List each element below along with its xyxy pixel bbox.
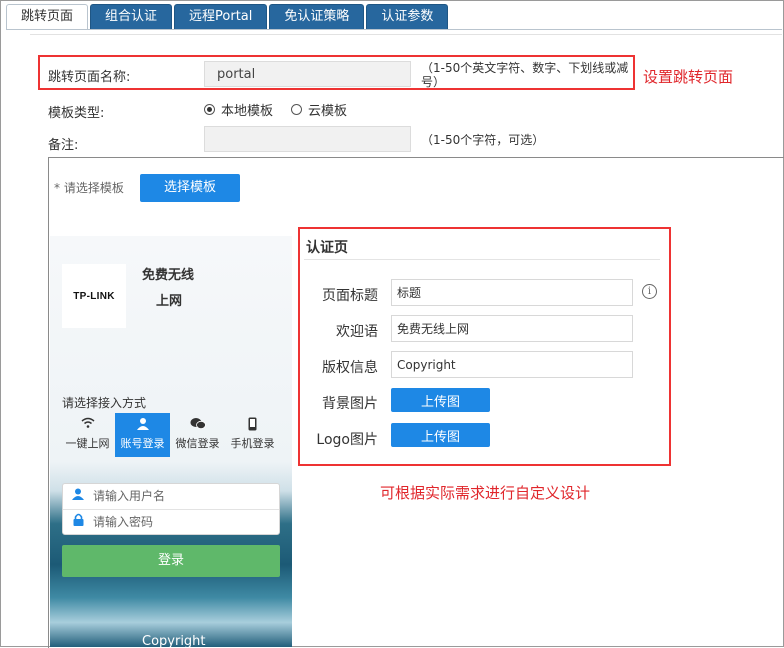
page-name-hint: （1-50个英文字符、数字、下划线或减 号） bbox=[421, 61, 633, 89]
radio-cloud-label: 云模板 bbox=[308, 104, 348, 119]
password-input[interactable]: 请输入密码 bbox=[63, 509, 279, 535]
preview-title-line2: 上网 bbox=[156, 294, 183, 309]
auth-page-divider bbox=[304, 259, 660, 260]
page-name-input[interactable]: portal bbox=[204, 61, 411, 87]
copyright-input[interactable]: Copyright bbox=[391, 351, 633, 378]
tplink-logo: TP-LINK bbox=[73, 290, 115, 302]
phone-icon bbox=[225, 417, 280, 435]
username-placeholder: 请输入用户名 bbox=[93, 489, 166, 503]
welcome-input[interactable]: 免费无线上网 bbox=[391, 315, 633, 342]
tab-bar: 跳转页面 组合认证 远程Portal 免认证策略 认证参数 bbox=[6, 4, 450, 30]
note-label: 备注: bbox=[48, 138, 79, 153]
login-method-tabs: 一键上网 账号登录 微信登录 手机登录 bbox=[60, 413, 280, 457]
method-one-click-label: 一键上网 bbox=[65, 437, 110, 450]
method-prompt: 请选择接入方式 bbox=[62, 396, 147, 410]
welcome-field-label: 欢迎语 bbox=[336, 324, 378, 340]
preview-copyright: Copyright bbox=[142, 634, 206, 647]
login-form: 请输入用户名 请输入密码 bbox=[62, 483, 280, 535]
user-icon bbox=[115, 417, 170, 435]
user-icon bbox=[63, 484, 93, 509]
note-input[interactable] bbox=[204, 126, 411, 152]
method-wechat[interactable]: 微信登录 bbox=[170, 413, 225, 457]
panel-divider bbox=[30, 34, 782, 35]
tab-auth-exempt-policy[interactable]: 免认证策略 bbox=[269, 4, 365, 29]
copyright-field-label: 版权信息 bbox=[322, 360, 378, 376]
radio-cloud-template[interactable]: 云模板 bbox=[291, 100, 347, 119]
select-template-button[interactable]: 选择模板 bbox=[140, 174, 240, 202]
auth-page-section-title: 认证页 bbox=[306, 240, 348, 256]
info-icon[interactable]: i bbox=[642, 284, 657, 299]
annotation-custom-design: 可根据实际需求进行自定义设计 bbox=[380, 484, 591, 502]
radio-checked-icon bbox=[204, 104, 215, 115]
username-input[interactable]: 请输入用户名 bbox=[63, 484, 279, 509]
tab-divider bbox=[6, 29, 782, 30]
page-title-field-label: 页面标题 bbox=[322, 288, 378, 304]
password-placeholder: 请输入密码 bbox=[93, 515, 154, 529]
wechat-icon bbox=[170, 417, 225, 435]
upload-logo-button[interactable]: 上传图 bbox=[391, 423, 490, 447]
login-button[interactable]: 登录 bbox=[62, 545, 280, 577]
note-hint: （1-50个字符，可选） bbox=[421, 133, 545, 147]
logo-card: TP-LINK bbox=[62, 264, 126, 328]
page-name-hint-line2: 号） bbox=[421, 75, 446, 89]
page-name-hint-line1: （1-50个英文字符、数字、下划线或减 bbox=[421, 61, 629, 75]
wifi-icon bbox=[60, 417, 115, 435]
method-phone-label: 手机登录 bbox=[230, 437, 275, 450]
portal-preview: TP-LINK 免费无线 上网 请选择接入方式 一键上网 账号登录 微信登录 手… bbox=[50, 236, 292, 647]
background-image-label: 背景图片 bbox=[322, 396, 378, 412]
upload-background-button[interactable]: 上传图 bbox=[391, 388, 490, 412]
select-template-text: 请选择模板 bbox=[63, 181, 124, 195]
tab-combined-auth[interactable]: 组合认证 bbox=[90, 4, 173, 29]
lock-icon bbox=[63, 510, 93, 535]
tab-auth-params[interactable]: 认证参数 bbox=[366, 4, 449, 29]
method-phone[interactable]: 手机登录 bbox=[225, 413, 280, 457]
method-account[interactable]: 账号登录 bbox=[115, 413, 170, 457]
method-wechat-label: 微信登录 bbox=[175, 437, 220, 450]
page-name-label: 跳转页面名称: bbox=[48, 70, 131, 85]
preview-title-line1: 免费无线 bbox=[142, 268, 195, 283]
select-template-label: * 请选择模板 bbox=[54, 179, 124, 196]
radio-unchecked-icon bbox=[291, 104, 302, 115]
logo-image-label: Logo图片 bbox=[316, 432, 378, 448]
method-one-click[interactable]: 一键上网 bbox=[60, 413, 115, 457]
tab-remote-portal[interactable]: 远程Portal bbox=[174, 4, 268, 29]
radio-local-label: 本地模板 bbox=[221, 104, 274, 119]
method-account-label: 账号登录 bbox=[120, 437, 165, 450]
radio-local-template[interactable]: 本地模板 bbox=[204, 100, 273, 119]
tab-redirect-page[interactable]: 跳转页面 bbox=[6, 4, 89, 30]
required-mark: * bbox=[54, 181, 60, 195]
page-title-input[interactable]: 标题 bbox=[391, 279, 633, 306]
annotation-set-page: 设置跳转页面 bbox=[643, 68, 734, 86]
template-type-label: 模板类型: bbox=[48, 106, 105, 121]
